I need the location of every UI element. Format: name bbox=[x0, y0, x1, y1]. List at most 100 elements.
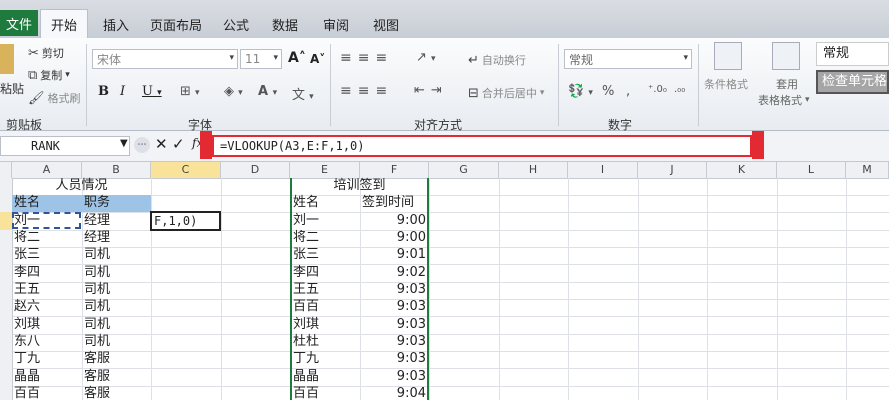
left-name-cell[interactable]: 赵六 bbox=[14, 298, 40, 316]
right-time-cell[interactable]: 9:03 bbox=[360, 298, 426, 316]
right-name-cell[interactable]: 刘琪 bbox=[293, 316, 319, 334]
tab-formulas[interactable]: 公式 bbox=[220, 12, 252, 36]
left-name-cell[interactable]: 晶晶 bbox=[14, 368, 40, 386]
comma-icon[interactable]: , bbox=[626, 84, 630, 99]
column-header-g[interactable]: G bbox=[429, 162, 499, 178]
collapse-icon[interactable]: ⋯ bbox=[134, 137, 150, 153]
vertical-align-icons[interactable]: ≡≡≡ bbox=[340, 50, 393, 66]
left-header-name[interactable]: 姓名 bbox=[14, 194, 40, 212]
paste-button[interactable]: 粘贴 bbox=[0, 80, 24, 97]
column-header-i[interactable]: I bbox=[568, 162, 638, 178]
right-table-title[interactable]: 培训签到 bbox=[290, 177, 429, 195]
left-name-cell[interactable]: 百百 bbox=[14, 385, 40, 403]
enter-icon[interactable]: ✓ bbox=[172, 135, 185, 153]
grow-font-icon[interactable]: A˄ bbox=[288, 50, 306, 66]
left-name-cell[interactable]: 王五 bbox=[14, 281, 40, 299]
column-header-f[interactable]: F bbox=[360, 162, 429, 178]
left-name-cell[interactable]: 东八 bbox=[14, 333, 40, 351]
left-role-cell[interactable]: 司机 bbox=[84, 264, 110, 282]
right-header-time[interactable]: 签到时间 bbox=[362, 194, 414, 212]
shrink-font-icon[interactable]: A˅ bbox=[310, 52, 325, 66]
right-time-cell[interactable]: 9:03 bbox=[360, 281, 426, 299]
right-name-cell[interactable]: 百百 bbox=[293, 298, 319, 316]
left-role-cell[interactable]: 经理 bbox=[84, 229, 110, 247]
column-header-e[interactable]: E bbox=[290, 162, 360, 178]
indent-icons[interactable]: ⇤⇥ bbox=[414, 83, 448, 98]
tab-home[interactable]: 开始 bbox=[40, 9, 88, 39]
select-all-corner[interactable] bbox=[0, 162, 12, 178]
tab-file[interactable]: 文件 bbox=[0, 10, 38, 36]
right-name-cell[interactable]: 晶晶 bbox=[293, 368, 319, 386]
formula-input[interactable]: =VLOOKUP(A3,E:F,1,0) bbox=[212, 135, 752, 157]
font-name-combo[interactable]: 宋体 ▾ bbox=[92, 49, 238, 69]
left-role-cell[interactable]: 客服 bbox=[84, 385, 110, 403]
left-name-cell[interactable]: 刘琪 bbox=[14, 316, 40, 334]
left-role-cell[interactable]: 经理 bbox=[84, 212, 110, 230]
currency-icon[interactable]: 💱 ▾ bbox=[568, 84, 593, 99]
left-name-cell[interactable]: 丁九 bbox=[14, 350, 40, 368]
right-time-cell[interactable]: 9:01 bbox=[360, 246, 426, 264]
left-name-cell[interactable]: 张三 bbox=[14, 246, 40, 264]
decrease-decimal-icon[interactable]: .₀₀ bbox=[674, 84, 685, 95]
name-box[interactable]: RANK bbox=[0, 136, 130, 156]
increase-decimal-icon[interactable]: ⁺.0₀ bbox=[648, 84, 667, 95]
bold-icon[interactable]: B bbox=[98, 84, 109, 99]
right-name-cell[interactable]: 将二 bbox=[293, 229, 319, 247]
left-table-title[interactable]: 人员情况 bbox=[12, 177, 151, 195]
tab-review[interactable]: 审阅 bbox=[320, 12, 352, 36]
right-time-cell[interactable]: 9:02 bbox=[360, 264, 426, 282]
format-painter-button[interactable]: 🖌 格式刷 bbox=[28, 90, 81, 106]
underline-icon[interactable]: U ▾ bbox=[142, 84, 162, 99]
cancel-icon[interactable]: ✕ bbox=[155, 135, 168, 153]
percent-icon[interactable]: % bbox=[602, 84, 614, 99]
tab-view[interactable]: 视图 bbox=[370, 12, 402, 36]
editing-cell[interactable]: F,1,0) bbox=[150, 211, 221, 231]
border-icon[interactable]: ⊞ ▾ bbox=[180, 84, 200, 99]
left-role-cell[interactable]: 司机 bbox=[84, 333, 110, 351]
left-role-cell[interactable]: 司机 bbox=[84, 316, 110, 334]
right-time-cell[interactable]: 9:03 bbox=[360, 368, 426, 386]
right-time-cell[interactable]: 9:03 bbox=[360, 316, 426, 334]
left-role-cell[interactable]: 客服 bbox=[84, 368, 110, 386]
right-name-cell[interactable]: 李四 bbox=[293, 264, 319, 282]
column-header-k[interactable]: K bbox=[707, 162, 777, 178]
right-time-cell[interactable]: 9:03 bbox=[360, 350, 426, 368]
column-header-a[interactable]: A bbox=[12, 162, 82, 178]
cut-button[interactable]: ✂ 剪切 bbox=[28, 45, 64, 61]
phonetic-icon[interactable]: 文 ▾ bbox=[292, 84, 314, 103]
format-as-table-button[interactable]: 表格格式 ▾ bbox=[758, 92, 810, 108]
column-header-l[interactable]: L bbox=[777, 162, 846, 178]
left-role-cell[interactable]: 司机 bbox=[84, 281, 110, 299]
right-header-name[interactable]: 姓名 bbox=[293, 194, 319, 212]
left-header-role[interactable]: 职务 bbox=[84, 194, 110, 212]
column-header-j[interactable]: J bbox=[638, 162, 707, 178]
tab-insert[interactable]: 插入 bbox=[96, 12, 136, 36]
column-header-b[interactable]: B bbox=[82, 162, 151, 178]
conditional-format-button[interactable]: 条件格式 bbox=[704, 76, 748, 92]
left-name-cell[interactable]: 将二 bbox=[14, 229, 40, 247]
wrap-text-button[interactable]: ↵ 自动换行 bbox=[468, 52, 526, 68]
right-name-cell[interactable]: 丁九 bbox=[293, 350, 319, 368]
row-header-active[interactable] bbox=[0, 212, 12, 230]
chevron-down-icon[interactable]: ▼ bbox=[120, 138, 128, 149]
orientation-icon[interactable]: ↗ ▾ bbox=[416, 50, 436, 65]
column-header-d[interactable]: D bbox=[221, 162, 290, 178]
column-header-m[interactable]: M bbox=[846, 162, 889, 178]
number-format-combo[interactable]: 常规 ▾ bbox=[564, 49, 692, 69]
column-header-h[interactable]: H bbox=[499, 162, 568, 178]
right-name-cell[interactable]: 王五 bbox=[293, 281, 319, 299]
right-time-cell[interactable]: 9:03 bbox=[360, 333, 426, 351]
fill-color-icon[interactable]: ◈ ▾ bbox=[224, 84, 243, 99]
right-name-cell[interactable]: 张三 bbox=[293, 246, 319, 264]
right-name-cell[interactable]: 杜杜 bbox=[293, 333, 319, 351]
font-color-icon[interactable]: A ▾ bbox=[258, 84, 277, 99]
left-name-cell[interactable]: 李四 bbox=[14, 264, 40, 282]
left-role-cell[interactable]: 司机 bbox=[84, 298, 110, 316]
right-time-cell[interactable]: 9:00 bbox=[360, 229, 426, 247]
horizontal-align-icons[interactable]: ≡≡≡ bbox=[340, 83, 393, 99]
right-time-cell[interactable]: 9:04 bbox=[360, 385, 426, 403]
left-role-cell[interactable]: 司机 bbox=[84, 246, 110, 264]
merge-center-button[interactable]: ⊟ 合并后居中 ▾ bbox=[468, 85, 544, 101]
tab-page-layout[interactable]: 页面布局 bbox=[146, 12, 206, 36]
right-time-cell[interactable]: 9:00 bbox=[360, 212, 426, 230]
